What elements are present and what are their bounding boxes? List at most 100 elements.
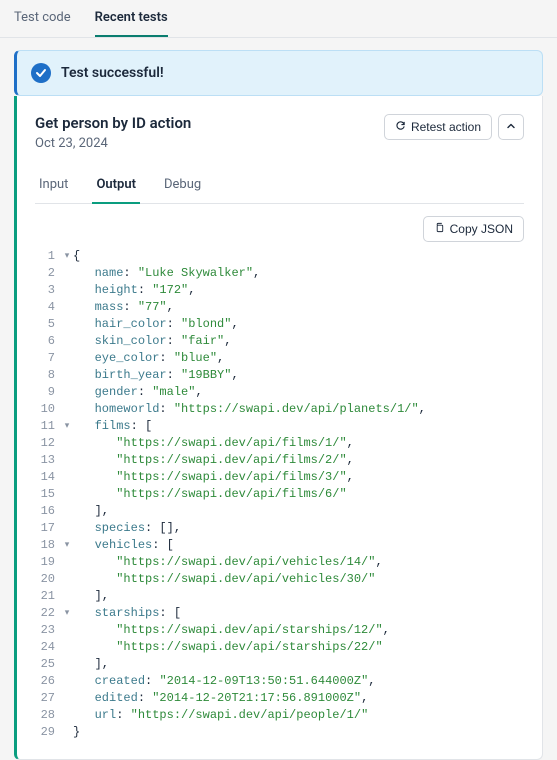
code-line: 14 "https://swapi.dev/api/films/3/", [35,469,524,486]
line-number: 23 [35,622,61,639]
fold-toggle-icon[interactable]: ▾ [61,248,73,265]
fold-toggle-icon [61,452,73,469]
code-content: edited: "2014-12-20T21:17:56.891000Z", [73,690,524,707]
line-number: 12 [35,435,61,452]
line-number: 13 [35,452,61,469]
code-content: hair_color: "blond", [73,316,524,333]
tab-debug[interactable]: Debug [160,169,205,204]
line-number: 15 [35,486,61,503]
line-number: 16 [35,503,61,520]
line-number: 8 [35,367,61,384]
code-content: eye_color: "blue", [73,350,524,367]
tab-recent-tests[interactable]: Recent tests [95,0,168,37]
line-number: 6 [35,333,61,350]
code-line: 4 mass: "77", [35,299,524,316]
code-line: 16 ], [35,503,524,520]
code-area: Copy JSON 1▾{2 name: "Luke Skywalker",3 … [35,216,524,741]
code-line: 20 "https://swapi.dev/api/vehicles/30/" [35,571,524,588]
success-banner: Test successful! [14,50,543,96]
fold-toggle-icon[interactable]: ▾ [61,537,73,554]
code-content: starships: [ [73,605,524,622]
json-output[interactable]: 1▾{2 name: "Luke Skywalker",3 height: "1… [35,248,524,741]
code-line: 12 "https://swapi.dev/api/films/1/", [35,435,524,452]
line-number: 27 [35,690,61,707]
tab-input[interactable]: Input [35,169,72,204]
code-content: height: "172", [73,282,524,299]
line-number: 11 [35,418,61,435]
fold-toggle-icon [61,622,73,639]
fold-toggle-icon [61,656,73,673]
code-content: vehicles: [ [73,537,524,554]
fold-toggle-icon [61,707,73,724]
code-content: "https://swapi.dev/api/starships/12/", [73,622,524,639]
fold-toggle-icon[interactable]: ▾ [61,418,73,435]
line-number: 21 [35,588,61,605]
line-number: 4 [35,299,61,316]
tab-test-code[interactable]: Test code [14,0,71,37]
code-content: birth_year: "19BBY", [73,367,524,384]
tab-output[interactable]: Output [92,169,140,204]
line-number: 26 [35,673,61,690]
fold-toggle-icon [61,469,73,486]
code-line: 8 birth_year: "19BBY", [35,367,524,384]
code-line: 29} [35,724,524,741]
code-content: "https://swapi.dev/api/films/3/", [73,469,524,486]
code-content: "https://swapi.dev/api/films/2/", [73,452,524,469]
fold-toggle-icon [61,520,73,537]
code-content: skin_color: "fair", [73,333,524,350]
line-number: 1 [35,248,61,265]
code-content: species: [], [73,520,524,537]
code-content: } [73,724,524,741]
fold-toggle-icon [61,299,73,316]
fold-toggle-icon [61,673,73,690]
line-number: 10 [35,401,61,418]
code-content: ], [73,503,524,520]
code-line: 1▾{ [35,248,524,265]
fold-toggle-icon [61,384,73,401]
code-content: "https://swapi.dev/api/films/6/" [73,486,524,503]
code-content: gender: "male", [73,384,524,401]
code-content: films: [ [73,418,524,435]
line-number: 25 [35,656,61,673]
line-number: 20 [35,571,61,588]
copy-label: Copy JSON [450,222,513,236]
fold-toggle-icon [61,554,73,571]
copy-icon [434,222,445,236]
test-result-card: Get person by ID action Oct 23, 2024 Ret… [14,96,543,760]
line-number: 28 [35,707,61,724]
refresh-icon [395,120,406,134]
code-content: "https://swapi.dev/api/vehicles/30/" [73,571,524,588]
inner-tabs: Input Output Debug [35,169,524,204]
card-header: Get person by ID action Oct 23, 2024 Ret… [35,114,524,151]
code-line: 5 hair_color: "blond", [35,316,524,333]
retest-button[interactable]: Retest action [384,114,492,140]
fold-toggle-icon [61,690,73,707]
code-line: 26 created: "2014-12-09T13:50:51.644000Z… [35,673,524,690]
code-line: 13 "https://swapi.dev/api/films/2/", [35,452,524,469]
copy-json-button[interactable]: Copy JSON [423,216,524,242]
code-line: 7 eye_color: "blue", [35,350,524,367]
fold-toggle-icon [61,350,73,367]
code-content: "https://swapi.dev/api/films/1/", [73,435,524,452]
line-number: 17 [35,520,61,537]
fold-toggle-icon [61,367,73,384]
code-content: url: "https://swapi.dev/api/people/1/" [73,707,524,724]
fold-toggle-icon [61,724,73,741]
code-line: 19 "https://swapi.dev/api/vehicles/14/", [35,554,524,571]
code-line: 3 height: "172", [35,282,524,299]
line-number: 2 [35,265,61,282]
line-number: 24 [35,639,61,656]
code-content: ], [73,656,524,673]
line-number: 7 [35,350,61,367]
code-content: ], [73,588,524,605]
line-number: 19 [35,554,61,571]
fold-toggle-icon[interactable]: ▾ [61,605,73,622]
expand-toggle-button[interactable] [498,114,524,140]
fold-toggle-icon [61,401,73,418]
line-number: 3 [35,282,61,299]
code-line: 27 edited: "2014-12-20T21:17:56.891000Z"… [35,690,524,707]
fold-toggle-icon [61,265,73,282]
code-line: 17 species: [], [35,520,524,537]
line-number: 18 [35,537,61,554]
fold-toggle-icon [61,588,73,605]
